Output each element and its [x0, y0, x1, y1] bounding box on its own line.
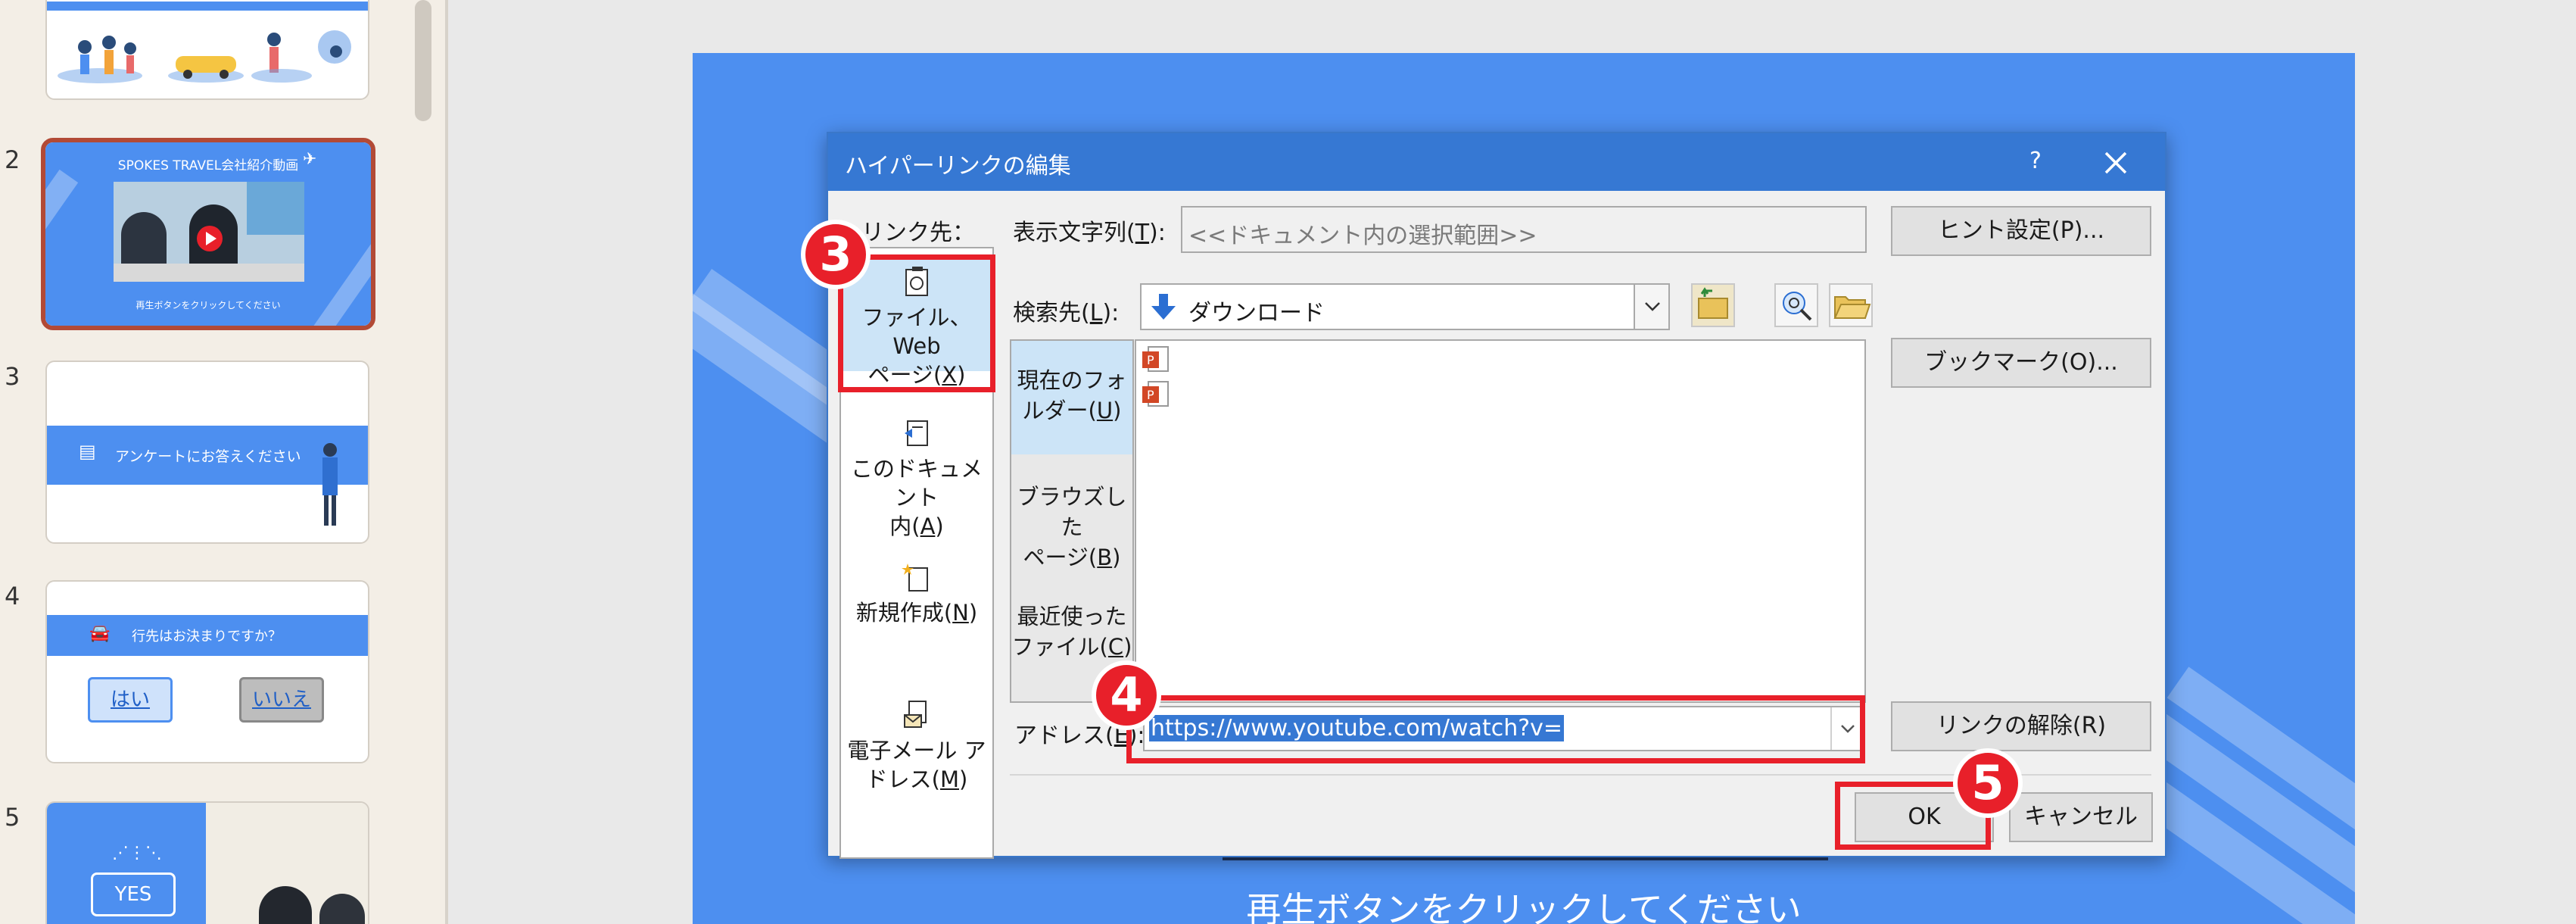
- slide-number-2: 2: [5, 145, 20, 174]
- thumb-5-yes-button: YES: [91, 872, 176, 916]
- download-arrow-icon: [1151, 294, 1176, 320]
- slide-thumbnail-3[interactable]: ▤ アンケートにお答えください: [45, 361, 369, 544]
- bookmark-button[interactable]: ブックマーク(O)...: [1891, 338, 2151, 388]
- step-badge-5: 5: [1953, 748, 2023, 818]
- slide-thumbnail-5[interactable]: ⋰⋮⋱ YES: [45, 801, 369, 924]
- slide-number-3: 3: [5, 362, 20, 391]
- look-in-dropdown[interactable]: ダウンロード: [1140, 283, 1670, 330]
- thumb-4-yes-button: はい: [88, 677, 173, 723]
- browse-file-button[interactable]: [1829, 283, 1873, 327]
- help-button[interactable]: ?: [2017, 142, 2054, 180]
- thumb-4-no-button: いいえ: [239, 677, 324, 723]
- step-badge-3: 3: [801, 220, 871, 289]
- thumb-2-video-preview: [114, 182, 304, 282]
- link-to-this-document[interactable]: このドキュメント 内(A): [841, 417, 992, 539]
- svg-text:P: P: [1147, 388, 1154, 402]
- document-place-icon: [905, 420, 928, 446]
- cancel-button[interactable]: キャンセル: [2009, 792, 2153, 842]
- thumbnail-scrollbar[interactable]: [415, 0, 431, 121]
- look-in-value: ダウンロード: [1188, 300, 1325, 326]
- chevron-down-icon: [1645, 302, 1660, 311]
- car-icon: 🚘: [89, 624, 111, 643]
- close-icon: [2104, 151, 2127, 174]
- display-text-label: 表示文字列(T):: [1013, 220, 1166, 246]
- slide-thumbnail-panel: 2 SPOKES TRAVEL会社紹介動画 ✈ 再生ボタンをクリックしてください…: [0, 0, 447, 924]
- link-to-email-address[interactable]: 電子メール ア ドレス(M): [841, 698, 992, 797]
- powerpoint-file-icon: P: [1142, 346, 1169, 372]
- powerpoint-file-icon: P: [1142, 381, 1169, 407]
- slide-number-5: 5: [5, 803, 20, 832]
- airplane-icon: ✈: [303, 150, 317, 169]
- look-in-label: 検索先(L):: [1013, 300, 1120, 326]
- screentip-button[interactable]: ヒント設定(P)...: [1891, 206, 2151, 256]
- dialog-title: ハイパーリンクの編集: [845, 153, 1071, 179]
- slide-thumbnail-4[interactable]: 🚘 行先はお決まりですか？ はい いいえ: [45, 580, 369, 763]
- sparkle-icon: ⋰⋮⋱: [112, 844, 162, 863]
- tab-browsed-pages[interactable]: ブラウズした ページ(B): [1011, 482, 1132, 573]
- slide-thumbnail-1[interactable]: [45, 0, 369, 100]
- thumb-1-topbar: [47, 2, 368, 11]
- open-folder-icon: [1833, 296, 1871, 319]
- thumb-4-banner-text: 行先はお決まりですか？: [132, 629, 282, 645]
- person-illustration-icon: [322, 443, 338, 526]
- file-list-item[interactable]: P: [1141, 344, 1171, 374]
- email-icon: [904, 701, 927, 728]
- up-one-folder-button[interactable]: [1691, 283, 1735, 327]
- slide-caption: 再生ボタンをクリックしてください: [1246, 889, 1802, 924]
- thumb-2-title: SPOKES TRAVEL会社紹介動画: [117, 158, 299, 173]
- highlight-box-address: [1126, 695, 1865, 763]
- browse-web-button[interactable]: [1774, 283, 1818, 327]
- remove-link-button[interactable]: リンクの解除(R): [1891, 701, 2151, 751]
- look-in-tab-strip: 現在のフォ ルダー(U) ブラウズした ページ(B) 最近使った ファイル(C): [1010, 339, 1134, 703]
- survey-icon: ▤: [79, 441, 96, 462]
- step-badge-4: 4: [1092, 660, 1161, 730]
- file-list[interactable]: P P: [1135, 339, 1866, 703]
- close-button[interactable]: [2085, 139, 2145, 185]
- link-to-create-new[interactable]: 新規作成(N): [841, 560, 992, 644]
- file-list-item[interactable]: P: [1141, 379, 1171, 409]
- thumb-3-banner-text: アンケートにお答えください: [115, 448, 301, 465]
- display-text-value: <<ドキュメント内の選択範囲>>: [1188, 223, 1537, 249]
- svg-text:P: P: [1147, 353, 1154, 367]
- folder-up-icon: [1698, 287, 1728, 319]
- dialog-titlebar[interactable]: ハイパーリンクの編集 ?: [828, 133, 2165, 191]
- link-to-label: リンク先：: [861, 220, 975, 246]
- slide-number-4: 4: [5, 582, 20, 610]
- display-text-input[interactable]: <<ドキュメント内の選択範囲>>: [1181, 206, 1867, 253]
- new-document-icon: [902, 563, 928, 592]
- browse-web-icon: [1783, 292, 1812, 321]
- thumb-2-caption: 再生ボタンをクリックしてください: [135, 300, 281, 311]
- tab-current-folder[interactable]: 現在のフォ ルダー(U): [1011, 341, 1132, 454]
- slide-thumbnail-2[interactable]: SPOKES TRAVEL会社紹介動画 ✈ 再生ボタンをクリックしてください: [41, 138, 375, 330]
- look-in-dropdown-arrow[interactable]: [1634, 285, 1668, 329]
- travel-illustration-icon: [58, 30, 351, 83]
